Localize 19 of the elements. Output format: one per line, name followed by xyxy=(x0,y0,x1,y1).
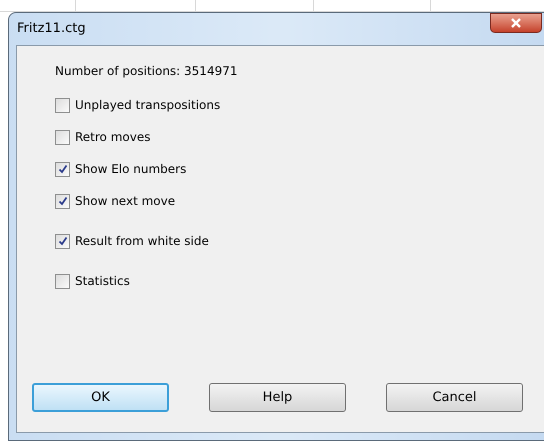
checkbox[interactable] xyxy=(55,194,70,208)
checkbox-label: Retro moves xyxy=(75,129,150,146)
checkbox[interactable] xyxy=(55,130,70,144)
dialog-button[interactable]: Cancel xyxy=(386,383,523,412)
dialog-button[interactable]: OK xyxy=(32,383,169,412)
checkbox-label: Result from white side xyxy=(75,233,209,250)
close-button[interactable] xyxy=(490,13,542,33)
checkbox-label: Statistics xyxy=(75,273,130,290)
checkbox-label: Unplayed transpositions xyxy=(75,97,220,114)
dialog-button[interactable]: Help xyxy=(209,383,346,412)
window-title: Fritz11.ctg xyxy=(17,20,86,38)
info-text: Number of positions: 3514971 xyxy=(55,63,238,80)
checkbox[interactable] xyxy=(55,274,70,288)
checkbox[interactable] xyxy=(55,98,70,112)
close-icon xyxy=(510,18,522,28)
checkbox[interactable] xyxy=(55,162,70,176)
checkbox-label: Show Elo numbers xyxy=(75,161,186,178)
checkbox[interactable] xyxy=(55,234,70,248)
checkbox-label: Show next move xyxy=(75,193,176,210)
